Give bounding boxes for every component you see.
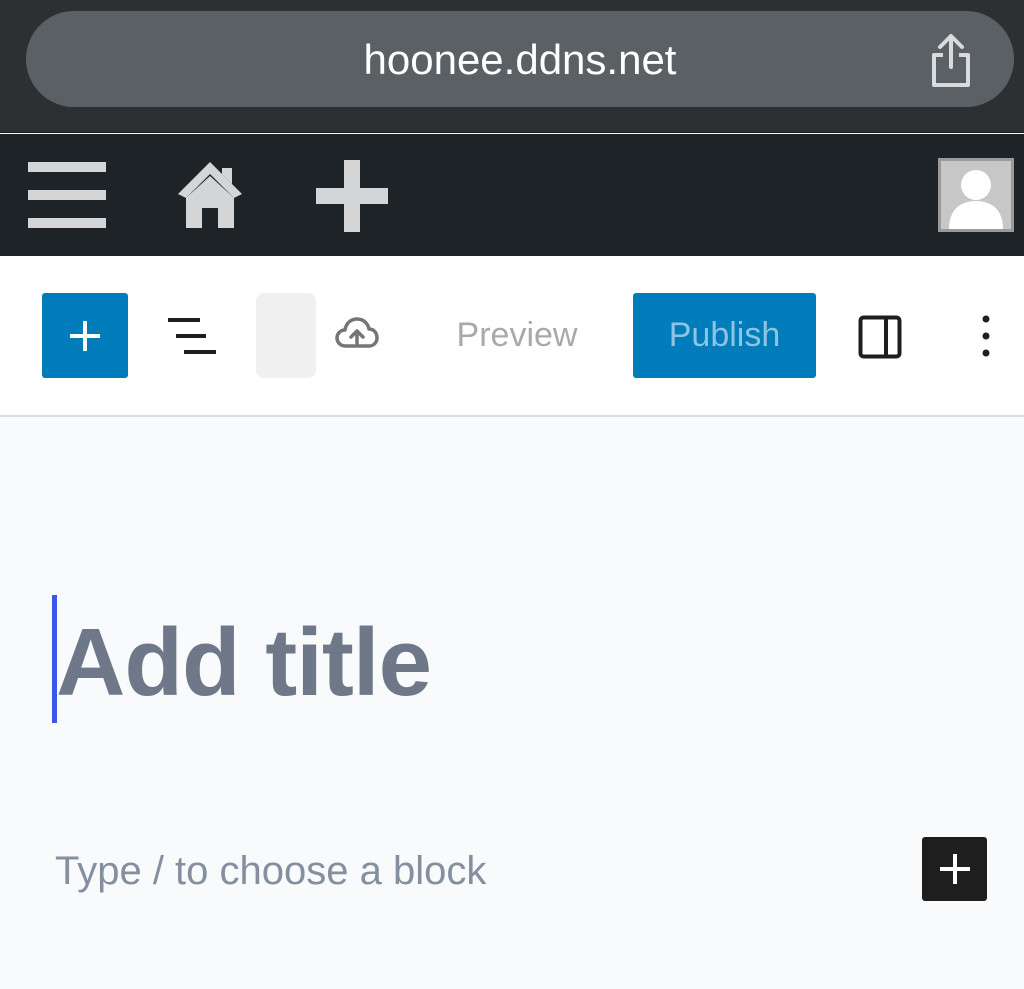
share-icon[interactable] [928, 33, 974, 89]
editor-toolbar: Preview Publish [0, 256, 1024, 417]
block-placeholder[interactable]: Type / to choose a block [55, 848, 486, 894]
more-vertical-icon[interactable] [980, 314, 992, 358]
plus-icon [939, 854, 970, 884]
cloud-upload-icon[interactable] [334, 316, 380, 352]
editor-canvas: Add title Type / to choose a block [0, 418, 1024, 989]
browser-toolbar: hoonee.ddns.net [0, 0, 1024, 133]
home-icon[interactable] [176, 160, 244, 230]
post-title-input[interactable]: Add title [56, 608, 432, 718]
publish-button[interactable]: Publish [633, 293, 816, 378]
undo-placeholder [256, 293, 316, 378]
preview-button[interactable]: Preview [440, 311, 594, 361]
url-text: hoonee.ddns.net [363, 36, 677, 83]
sidebar-toggle-icon[interactable] [858, 315, 902, 359]
plus-icon[interactable] [316, 160, 388, 232]
admin-bar [0, 134, 1024, 256]
user-silhouette-icon [949, 170, 1003, 229]
block-inserter-button[interactable] [42, 293, 128, 378]
address-bar[interactable]: hoonee.ddns.net [26, 11, 1014, 107]
document-outline-icon[interactable] [164, 314, 220, 358]
add-block-button[interactable] [922, 837, 987, 901]
menu-icon[interactable] [28, 162, 106, 228]
plus-icon [70, 320, 100, 351]
avatar[interactable] [938, 158, 1014, 232]
